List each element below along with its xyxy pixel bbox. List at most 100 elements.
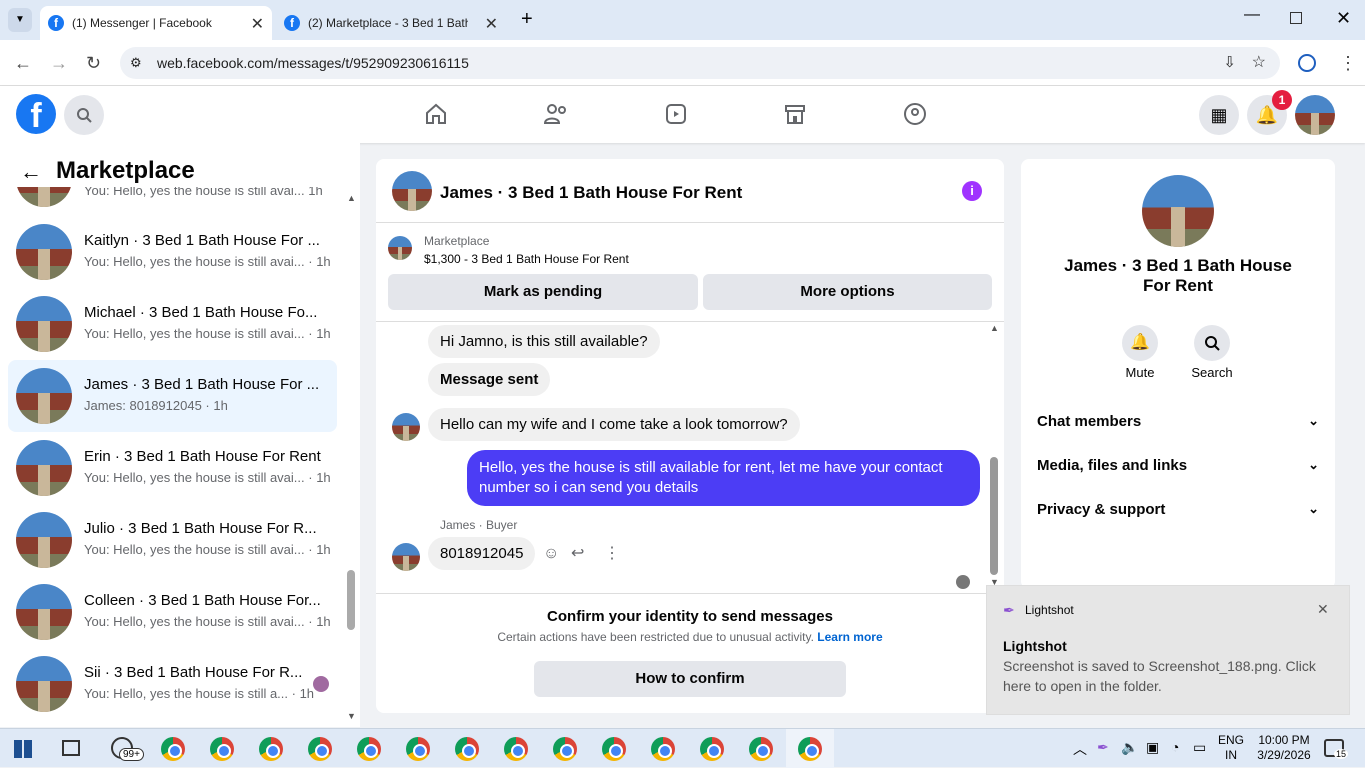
- facebook-logo[interactable]: f: [16, 94, 56, 135]
- feather-icon: ✒: [1003, 602, 1015, 618]
- profile-icon[interactable]: [1298, 54, 1316, 72]
- chrome-taskbar-icon[interactable]: [749, 737, 773, 761]
- new-tab-icon[interactable]: +: [521, 8, 533, 31]
- chrome-taskbar-icon[interactable]: [455, 737, 479, 761]
- account-avatar[interactable]: [1295, 95, 1335, 135]
- search-button[interactable]: [64, 95, 104, 135]
- conversation-item[interactable]: Julio · 3 Bed 1 Bath House For R... You:…: [8, 504, 337, 576]
- home-icon[interactable]: [421, 100, 451, 128]
- conversation-item[interactable]: Sii · 3 Bed 1 Bath House For R... You: H…: [8, 648, 337, 720]
- menu-kebab-icon[interactable]: ⋮: [1339, 53, 1357, 74]
- chrome-taskbar-icon[interactable]: [406, 737, 430, 761]
- language-indicator[interactable]: ENG IN: [1218, 733, 1244, 763]
- chrome-taskbar-icon[interactable]: [602, 737, 626, 761]
- forward-icon[interactable]: →: [50, 53, 68, 74]
- watch-video-icon[interactable]: [661, 100, 691, 128]
- show-hidden-icons-icon[interactable]: ︿: [1073, 739, 1087, 759]
- tab-search-button[interactable]: ▼: [8, 8, 32, 32]
- marketplace-icon[interactable]: [780, 100, 810, 128]
- mute-button[interactable]: 🔔: [1122, 325, 1158, 361]
- conversation-preview: You: Hello, yes the house is still avai.…: [84, 614, 331, 629]
- meet-now-icon[interactable]: ▣: [1146, 739, 1159, 756]
- chat-title[interactable]: James · 3 Bed 1 Bath House For Rent: [440, 183, 742, 203]
- chrome-taskbar-icon[interactable]: [210, 737, 234, 761]
- avatar[interactable]: [392, 171, 432, 211]
- conversation-item[interactable]: Kaitlyn · 3 Bed 1 Bath House For ... You…: [8, 216, 337, 288]
- minimize-icon[interactable]: —: [1244, 6, 1260, 24]
- windows-taskbar: 99+ ︿ ✒ 🔈 ▣ ◔ ▭ ENG IN 10:00 PM 3/29/202…: [0, 728, 1365, 768]
- whatsapp-badge: 99+: [119, 748, 144, 761]
- search-conversation-button[interactable]: [1194, 325, 1230, 361]
- notification-center-count: 15: [1334, 749, 1349, 759]
- tab-title: (1) Messenger | Facebook: [72, 16, 212, 30]
- how-to-confirm-button[interactable]: How to confirm: [534, 661, 846, 697]
- chat-panel: James · 3 Bed 1 Bath House For Rent i Ma…: [376, 159, 1004, 713]
- conversation-name: James · 3 Bed 1 Bath House For ...: [84, 376, 320, 393]
- conversation-item[interactable]: Colleen · 3 Bed 1 Bath House For... You:…: [8, 576, 337, 648]
- more-options-button[interactable]: More options: [703, 274, 992, 310]
- groups-icon[interactable]: [900, 100, 930, 128]
- chrome-taskbar-icon[interactable]: [553, 737, 577, 761]
- restore-icon[interactable]: [1290, 12, 1302, 24]
- chrome-taskbar-icon[interactable]: [700, 737, 724, 761]
- chrome-taskbar-icon[interactable]: [357, 737, 381, 761]
- active-chrome-taskbar-item[interactable]: [786, 729, 834, 768]
- privacy-support-section[interactable]: Privacy & support ⌄: [1037, 501, 1319, 518]
- media-files-section[interactable]: Media, files and links ⌄: [1037, 457, 1319, 474]
- scroll-down-arrow[interactable]: ▼: [347, 711, 356, 721]
- scroll-up-arrow[interactable]: ▲: [347, 193, 356, 203]
- chrome-taskbar-icon[interactable]: [651, 737, 675, 761]
- conversation-item[interactable]: Michael · 3 Bed 1 Bath House Fo... You: …: [8, 288, 337, 360]
- search-icon: [77, 108, 92, 123]
- friends-icon[interactable]: [541, 100, 571, 128]
- back-arrow-icon[interactable]: ←: [20, 159, 42, 185]
- close-tab-icon[interactable]: ✕: [485, 14, 498, 34]
- chrome-taskbar-icon[interactable]: [308, 737, 332, 761]
- reload-icon[interactable]: ↻: [86, 53, 101, 74]
- mark-as-pending-button[interactable]: Mark as pending: [388, 274, 698, 310]
- close-tab-icon[interactable]: ✕: [251, 14, 264, 34]
- url-field[interactable]: ⚙ web.facebook.com/messages/t/9529092306…: [120, 47, 1280, 79]
- more-actions-icon[interactable]: ⋮: [604, 543, 620, 563]
- close-window-icon[interactable]: ✕: [1336, 8, 1351, 29]
- listing-title[interactable]: $1,300 - 3 Bed 1 Bath House For Rent: [424, 252, 629, 266]
- chevron-down-icon: ⌄: [1308, 501, 1319, 516]
- chrome-taskbar-icon[interactable]: [259, 737, 283, 761]
- chat-scroll-up-arrow[interactable]: ▲: [990, 323, 999, 333]
- install-icon[interactable]: ⇩: [1223, 47, 1236, 79]
- info-icon[interactable]: i: [962, 181, 982, 201]
- conversation-item-selected[interactable]: James · 3 Bed 1 Bath House For ... James…: [8, 360, 337, 432]
- tab-messenger[interactable]: f (1) Messenger | Facebook ✕: [40, 6, 272, 40]
- chat-scrollbar-thumb[interactable]: [990, 457, 998, 575]
- listing-thumbnail[interactable]: [388, 236, 412, 260]
- sidebar-scrollbar-thumb[interactable]: [347, 570, 355, 630]
- profile-avatar[interactable]: [1142, 175, 1214, 247]
- task-view-icon[interactable]: [62, 740, 80, 756]
- reply-icon[interactable]: ↩: [571, 543, 584, 563]
- lightshot-notification[interactable]: ✒ Lightshot ✕ Lightshot Screenshot is sa…: [986, 585, 1350, 715]
- conversation-item[interactable]: Erin · 3 Bed 1 Bath House For Rent You: …: [8, 432, 337, 504]
- close-icon[interactable]: ✕: [1317, 601, 1329, 618]
- chrome-taskbar-icon[interactable]: [161, 737, 185, 761]
- site-info-icon[interactable]: ⚙: [130, 47, 142, 79]
- chat-members-section[interactable]: Chat members ⌄: [1037, 413, 1319, 430]
- confirm-identity-box: Confirm your identity to send messages C…: [376, 593, 1004, 713]
- partial-conversation[interactable]: You: Hello, yes the house is still avai.…: [16, 187, 336, 207]
- lightshot-tray-icon[interactable]: ✒: [1097, 739, 1109, 756]
- clock[interactable]: 10:00 PM 3/29/2026: [1254, 733, 1314, 763]
- react-smiley-icon[interactable]: ☺: [543, 545, 559, 563]
- chevron-down-icon: ⌄: [1308, 413, 1319, 428]
- volume-icon[interactable]: 🔈: [1121, 739, 1138, 756]
- bookmark-star-icon[interactable]: ☆: [1252, 47, 1266, 79]
- battery-icon[interactable]: ▭: [1193, 739, 1206, 756]
- back-icon[interactable]: ←: [14, 53, 32, 74]
- learn-more-link[interactable]: Learn more: [817, 630, 882, 644]
- bell-icon: 🔔: [1130, 334, 1150, 351]
- grid-icon: ▦: [1210, 104, 1228, 125]
- tab-marketplace[interactable]: f (2) Marketplace - 3 Bed 1 Bath ✕: [276, 6, 506, 40]
- menu-grid-button[interactable]: ▦: [1199, 95, 1239, 135]
- chrome-taskbar-icon[interactable]: [504, 737, 528, 761]
- conversation-name: Colleen · 3 Bed 1 Bath House For...: [84, 592, 321, 609]
- wifi-icon[interactable]: ◔: [1171, 739, 1179, 755]
- start-windows-icon[interactable]: [14, 740, 32, 758]
